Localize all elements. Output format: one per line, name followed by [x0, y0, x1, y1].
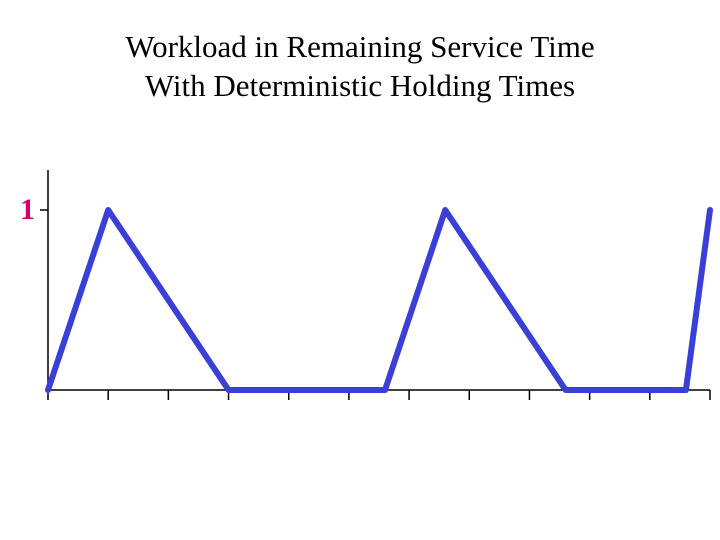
chart-svg — [48, 170, 710, 415]
slide: Workload in Remaining Service Time With … — [0, 0, 720, 540]
chart: 1 — [20, 170, 710, 415]
series — [48, 210, 710, 390]
workload-line — [48, 210, 710, 390]
y-tick-label: 1 — [20, 193, 35, 227]
title-line-1: Workload in Remaining Service Time — [125, 29, 594, 64]
y-axis — [40, 170, 48, 390]
title-line-2: With Deterministic Holding Times — [145, 68, 575, 103]
page-title: Workload in Remaining Service Time With … — [0, 28, 720, 106]
